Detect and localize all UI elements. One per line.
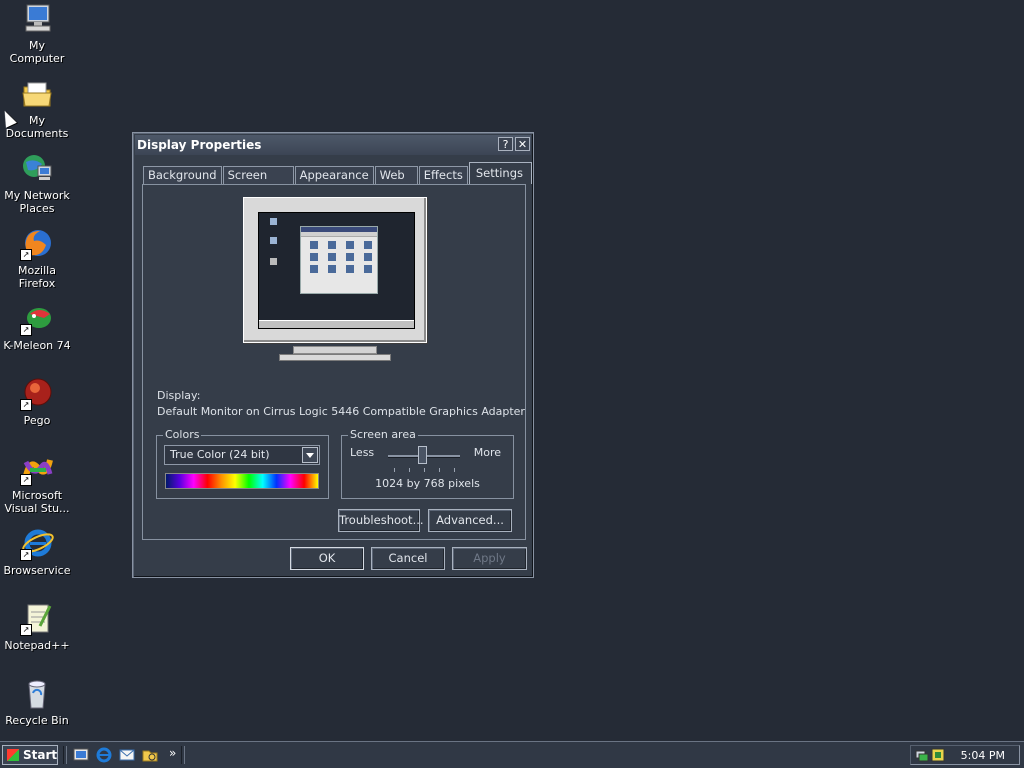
cancel-button[interactable]: Cancel — [371, 547, 445, 570]
display-adapter-value: Default Monitor on Cirrus Logic 5446 Com… — [157, 405, 525, 418]
desktop-icon-my-network-places[interactable]: My Network Places — [0, 152, 74, 215]
colors-group: Colors True Color (24 bit) — [156, 428, 329, 499]
desktop-icon-label: Browservice — [3, 564, 71, 577]
close-button[interactable]: ✕ — [515, 137, 530, 151]
tab-appearance[interactable]: Appearance — [294, 166, 374, 184]
display-label: Display: — [157, 389, 201, 402]
slider-tick — [454, 468, 455, 472]
shortcut-arrow-icon: ↗ — [20, 399, 32, 411]
mini-desktop-icon — [262, 237, 284, 245]
visual-studio-icon: ↗ — [20, 452, 54, 486]
pego-icon: ↗ — [20, 377, 54, 411]
resolution-slider-thumb[interactable] — [418, 446, 427, 464]
shortcut-arrow-icon: ↗ — [20, 324, 32, 336]
tab-background[interactable]: Background — [143, 166, 222, 184]
slider-tick — [439, 468, 440, 472]
more-label: More — [473, 446, 501, 459]
desktop-icon-label: My Network Places — [4, 189, 70, 215]
tab-web[interactable]: Web — [374, 166, 418, 184]
screen-area-group: Screen area Less More 1024 by 768 pixels — [341, 428, 514, 499]
screen-area-group-title: Screen area — [348, 428, 418, 441]
chevron-down-icon[interactable] — [302, 447, 318, 463]
desktop-icon-my-computer[interactable]: My Computer — [0, 2, 74, 65]
mini-window — [300, 226, 378, 294]
slider-tick — [394, 468, 395, 472]
desktop-icon-mozilla-firefox[interactable]: ↗ Mozilla Firefox — [0, 227, 74, 290]
desktop-icon-my-documents[interactable]: My Documents — [0, 77, 74, 140]
mini-taskbar — [259, 320, 414, 328]
shortcut-arrow-icon: ↗ — [20, 474, 32, 486]
security-tray-icon[interactable] — [931, 748, 945, 762]
desktop-icon-label: My Computer — [9, 39, 65, 65]
taskbar-separator — [63, 746, 67, 764]
colors-group-title: Colors — [163, 428, 202, 441]
desktop-icon-label: Mozilla Firefox — [18, 264, 56, 290]
outlook-express-icon[interactable] — [118, 746, 136, 764]
color-spectrum-bar — [165, 473, 319, 489]
help-button[interactable]: ? — [498, 137, 513, 151]
color-depth-value: True Color (24 bit) — [170, 448, 270, 461]
settings-panel: Display: Default Monitor on Cirrus Logic… — [142, 184, 526, 540]
slider-tick — [409, 468, 410, 472]
desktop-icon-label: Notepad++ — [4, 639, 70, 652]
tab-effects[interactable]: Effects — [418, 166, 468, 184]
internet-explorer-icon: ↗ — [20, 527, 54, 561]
network-icon — [20, 152, 54, 186]
monitor-frame — [243, 197, 427, 343]
desktop-icon-recycle-bin[interactable]: Recycle Bin — [0, 677, 74, 727]
desktop-icon-label: Microsoft Visual Stu... — [4, 489, 70, 515]
monitor-base — [279, 354, 391, 361]
firefox-icon: ↗ — [20, 227, 54, 261]
monitor-neck — [293, 346, 377, 354]
internet-explorer-icon[interactable] — [95, 746, 113, 764]
dialog-titlebar[interactable]: Display Properties ? ✕ — [135, 135, 531, 155]
shortcut-arrow-icon: ↗ — [20, 249, 32, 261]
shortcut-arrow-icon: ↗ — [20, 624, 32, 636]
notepad-icon: ↗ — [20, 602, 54, 636]
desktop-icon-label: Recycle Bin — [5, 714, 69, 727]
desktop-icon-notepad-plus-plus[interactable]: ↗ Notepad++ — [0, 602, 74, 652]
apply-button[interactable]: Apply — [452, 547, 527, 570]
dialog-title: Display Properties — [137, 138, 262, 152]
chameleon-icon: ↗ — [20, 302, 54, 336]
slider-tick — [424, 468, 425, 472]
system-tray: 5:04 PM — [910, 745, 1020, 765]
desktop-icon-visual-studio[interactable]: ↗ Microsoft Visual Stu... — [0, 452, 74, 515]
resolution-value: 1024 by 768 pixels — [375, 477, 480, 490]
shortcut-arrow-icon: ↗ — [20, 549, 32, 561]
desktop-icon-pego[interactable]: ↗ Pego — [0, 377, 74, 427]
mini-desktop-icon — [262, 218, 284, 226]
clock[interactable]: 5:04 PM — [961, 749, 1005, 762]
color-depth-select[interactable]: True Color (24 bit) — [164, 445, 320, 465]
desktop-icon-browservice[interactable]: ↗ Browservice — [0, 527, 74, 577]
recycle-bin-icon — [20, 677, 54, 711]
tab-strip: Background Screen Saver Appearance Web E… — [143, 162, 533, 199]
computer-icon — [20, 2, 54, 36]
tab-settings[interactable]: Settings — [468, 162, 532, 184]
quick-launch-chevron-icon[interactable]: » — [169, 746, 176, 760]
less-label: Less — [350, 446, 375, 459]
display-properties-dialog: Display Properties ? ✕ Background Screen… — [132, 132, 534, 578]
mini-desktop-icon — [262, 258, 284, 266]
monitor-screen-preview — [258, 212, 415, 329]
folder-icon — [20, 77, 54, 111]
monitor-preview — [243, 197, 427, 361]
windows-logo-icon — [7, 749, 19, 761]
ok-button[interactable]: OK — [290, 547, 364, 570]
troubleshoot-button[interactable]: Troubleshoot... — [338, 509, 424, 532]
show-desktop-icon[interactable] — [72, 746, 90, 764]
tab-screen-saver[interactable]: Screen Saver — [222, 166, 294, 199]
desktop-icon-label: Pego — [23, 414, 51, 427]
explorer-icon[interactable] — [141, 746, 159, 764]
start-label: Start — [23, 748, 58, 762]
desktop-icon-k-meleon[interactable]: ↗ K-Meleon 74 — [0, 302, 74, 352]
network-tray-icon[interactable] — [915, 748, 929, 762]
start-button[interactable]: Start — [2, 745, 58, 765]
taskbar-separator — [181, 746, 185, 764]
taskbar: Start » 5:04 PM — [0, 741, 1024, 768]
advanced-button[interactable]: Advanced... — [428, 509, 512, 532]
desktop-icon-label: K-Meleon 74 — [3, 339, 71, 352]
